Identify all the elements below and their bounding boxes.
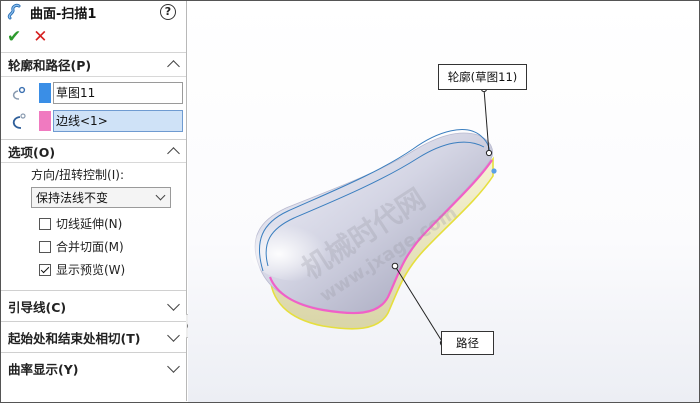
chevron-up-icon[interactable] [167, 60, 180, 73]
merge-tangent-faces-checkbox[interactable] [39, 240, 51, 253]
profile-color-swatch [39, 83, 51, 103]
orientation-select[interactable]: 保持法线不变 [31, 187, 171, 208]
section-guide-curves-header[interactable]: 引导线(C) [1, 290, 186, 321]
chevron-down-icon[interactable] [167, 297, 180, 311]
profile-selection-box[interactable]: 草图11 [53, 82, 183, 104]
path-callout-label: 路径 [456, 336, 479, 350]
profile-leader-tip [485, 149, 493, 157]
tangent-propagation-checkbox[interactable] [39, 217, 51, 230]
chevron-down-icon[interactable] [167, 328, 180, 342]
merge-tangent-faces-label: 合并切面(M) [56, 240, 124, 254]
orientation-label: 方向/扭转控制(I): [31, 168, 124, 182]
section-curvature-display-header[interactable]: 曲率显示(Y) [1, 352, 186, 383]
panel-title: 曲面-扫描1 [30, 6, 97, 22]
tangent-propagation-label: 切线延伸(N) [56, 217, 123, 231]
section-start-end-tangency-label: 起始处和结束处相切(T) [8, 330, 141, 346]
orientation-select-value: 保持法线不变 [36, 191, 109, 205]
property-manager-panel: 曲面-扫描1 ? ✔ ✕ 轮廓和路径(P) 草图11 边线<1> 选项(O) 方… [1, 1, 187, 401]
help-icon[interactable]: ? [160, 4, 176, 20]
tangent-propagation-option[interactable]: 切线延伸(N) [1, 212, 186, 235]
chevron-up-icon[interactable] [167, 146, 180, 160]
profile-callout-label: 轮廓(草图11) [447, 70, 518, 84]
show-preview-label: 显示预览(W) [56, 263, 126, 277]
section-start-end-tangency-header[interactable]: 起始处和结束处相切(T) [1, 321, 186, 352]
graphics-viewport[interactable]: 轮廓(草图11) 路径 机械时代网 www.jxage.com [188, 1, 699, 402]
profile-selection-row: 草图11 [1, 79, 186, 107]
path-selection-box[interactable]: 边线<1> [53, 110, 183, 132]
show-preview-option[interactable]: 显示预览(W) [1, 258, 186, 281]
section-options-header[interactable]: 选项(O) [1, 139, 186, 163]
panel-titlebar: 曲面-扫描1 ? [1, 1, 186, 23]
path-selection-row: 边线<1> [1, 107, 186, 135]
section-curvature-display-label: 曲率显示(Y) [8, 361, 79, 377]
profile-endpoint-marker [491, 168, 497, 174]
section-guide-curves-label: 引导线(C) [8, 299, 67, 315]
section-options-label: 选项(O) [8, 144, 56, 160]
cancel-button[interactable]: ✕ [33, 29, 47, 46]
sweep-surface-icon [7, 3, 21, 20]
chevron-down-icon[interactable] [167, 359, 180, 373]
profile-icon [12, 86, 26, 100]
ok-button[interactable]: ✔ [7, 29, 21, 46]
profile-callout[interactable]: 轮廓(草图11) [438, 64, 527, 90]
action-buttons: ✔ ✕ [1, 23, 186, 53]
chevron-down-icon [155, 190, 166, 201]
section-profile-path-label: 轮廓和路径(P) [8, 58, 92, 73]
path-leader-tip [391, 262, 399, 270]
path-leader-line [394, 265, 444, 344]
section-profile-path-header[interactable]: 轮廓和路径(P) [1, 53, 186, 77]
show-preview-checkbox[interactable] [39, 263, 51, 276]
path-icon [12, 113, 26, 129]
path-color-swatch [39, 111, 51, 131]
merge-tangent-faces-option[interactable]: 合并切面(M) [1, 235, 186, 258]
path-callout[interactable]: 路径 [441, 331, 494, 355]
